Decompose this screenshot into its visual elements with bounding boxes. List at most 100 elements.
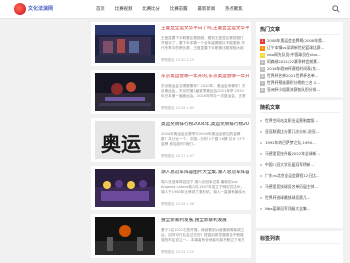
article-link[interactable]: 世界空间站女职业运营制度版... (265, 118, 318, 124)
article-list-item[interactable]: Nba篮球冠军顶级大全集... (260, 206, 340, 212)
panel-title: 随机文章 (260, 105, 281, 111)
article-list-item[interactable]: 广东vs北京全运会赛程12日比... (260, 173, 340, 179)
article-title[interactable]: 王曼显全运文华平日了吗,王曼显全运文华平日了吗视频 (161, 26, 249, 32)
rank-badge: 3 (260, 52, 265, 58)
article-card[interactable]: 王曼显全运文华平日了吗,王曼显全运文华平日了吗视频 王曼显要下半职赛比赛视频，看… (91, 22, 251, 66)
nav-item-news[interactable]: 最新新闻 (198, 6, 216, 12)
article-thumbnail[interactable] (95, 25, 155, 63)
article-title[interactable]: 湖人总冠军阵容图片大全集,湖人总冠军阵容图片大全 (161, 170, 249, 176)
bullet-icon (260, 186, 262, 188)
hot-article-item[interactable]: 8 亚洲杯小组赛决赛各队积分排... (260, 87, 340, 93)
article-list-item[interactable]: 1992年的巴萨梦之队,1990... (260, 140, 340, 146)
hot-article-link[interactable]: 辽宁本钢vs深圳新世纪篮球比赛... (267, 45, 324, 51)
article-card[interactable]: 奥运 奥运奖牌排行榜2004年,奥运奖牌排行榜2004年 2004年奥运会比赛举… (91, 118, 251, 162)
article-link[interactable]: Nba篮球冠军顶级大全集... (265, 206, 310, 212)
hot-article-item[interactable]: 7 世界杯预选赛积分榜前三名 2... (260, 80, 340, 86)
article-link[interactable]: 世界杯进球最快球员第几... (265, 195, 310, 201)
panel-title: 标签列表 (260, 236, 281, 242)
article-link[interactable]: 马德里竞技升级2022年全球新... (265, 151, 320, 157)
article-thumbnail[interactable] (95, 217, 155, 255)
rank-badge: 7 (260, 80, 265, 86)
article-list-item[interactable]: 亚冠联赛比分第几次分析,说冠... (260, 129, 340, 135)
article-meta: 摩擦基台 03-25 2.10 (161, 250, 195, 254)
article-card[interactable]: 湖人总冠军阵容图片大全集,湖人总冠军阵容图片大全 湖人总冠军阵容如下 湖人总冠军… (91, 166, 251, 210)
rank-badge: 1 (260, 38, 265, 44)
nav-item-preview[interactable]: 比赛前瞻 (170, 6, 188, 12)
article-card[interactable]: 独全新暴利发展,独全新暴利发展 基于1名1021日的开展，继续看到以维素新等新闻… (91, 214, 251, 258)
hot-article-link[interactable]: 2016年欧洲杯赛程时间表(东... (267, 66, 320, 72)
article-thumbnail[interactable] (95, 169, 155, 207)
svg-text:奥运: 奥运 (101, 132, 141, 156)
logo-text: 文化法演网 (28, 6, 54, 12)
nav-item-scores[interactable]: 比赛比分 (142, 6, 160, 12)
article-link[interactable]: 1992年的巴萨梦之队,1990... (265, 140, 316, 146)
article-excerpt: 湖人总冠军阵容如下 湖人总冠军记录 最新的Los Angeles Lakers湖… (161, 180, 246, 194)
article-excerpt: 2004年奥运会比赛举行2004年奥运会参加的金牌数？共计近一个、中国...分别… (161, 132, 246, 146)
random-articles-panel: 随机文章 世界空间站女职业运营制度版... 亚冠联赛比分第几次分析,说冠... … (256, 100, 343, 228)
article-image (95, 217, 155, 255)
article-excerpt: 王曼显要下半职赛比赛视频，看到王曼显比赛视频打开相对了，要下半本赛一个全年级赛照… (161, 36, 245, 50)
article-image (95, 25, 155, 63)
article-title[interactable]: 东京奥运会哪一年开的,东京奥运会哪一年开的举办 (161, 74, 249, 80)
article-link[interactable]: 马德里竞技球员名单历届主帅... (265, 184, 318, 190)
bullet-icon (260, 153, 262, 155)
article-image (95, 73, 155, 111)
article-link[interactable]: 中国八冠大学历届冠军榜新... (265, 162, 314, 168)
rank-badge: 4 (260, 59, 265, 65)
article-excerpt: 基于1名1021日的开展，继续看到以维素新等新闻之后，如何可行业会过去的？提高创… (161, 228, 245, 242)
article-meta: 摩擦基台 03-27 2.07 (161, 154, 195, 158)
article-image: 奥运 (95, 121, 155, 159)
hot-article-item[interactable]: 4 阿森纳2021/22赛季转会前景... (260, 59, 340, 65)
bullet-icon (260, 175, 262, 177)
hot-article-link[interactable]: 阿森纳2021/22赛季转会前景... (267, 59, 321, 65)
hot-article-item[interactable]: 3 nba网先队员(中国球员在nba... (260, 52, 340, 58)
rank-badge: 6 (260, 73, 265, 79)
article-list-item[interactable]: 世界杯进球最快球员第几... (260, 195, 340, 201)
article-excerpt: 东京奥运会五哪是哪年？2020年，奥运会来哪年？东京奥运会，东京的第2届夏季奥运… (161, 84, 246, 98)
article-list-item[interactable]: 中国八冠大学历届冠军榜新... (260, 162, 340, 168)
divider (260, 34, 339, 35)
hot-article-item[interactable]: 6 世界杯名单2021世界杯名单... (260, 73, 340, 79)
rank-badge: 8 (260, 87, 265, 93)
article-card[interactable]: 东京奥运会哪一年开的,东京奥运会哪一年开的举办 东京奥运会五哪是哪年？2020年… (91, 70, 251, 114)
hot-article-link[interactable]: 亚洲杯小组赛决赛各队积分排... (267, 87, 320, 93)
nav-item-home[interactable]: 首页 (96, 6, 105, 12)
article-image (95, 169, 155, 207)
rank-badge: 5 (260, 66, 265, 72)
site-logo[interactable]: 文化法演网 (14, 3, 58, 16)
hot-article-item[interactable]: 1 2008年奥运会金牌榜(2008年奥... (260, 38, 340, 44)
bullet-icon (260, 142, 262, 144)
site-header: 文化法演网 首页 比赛视频 比赛比分 比赛前瞻 最新新闻 热点聚焦 (0, 0, 350, 19)
hot-article-link[interactable]: 2008年奥运会金牌榜(2008年奥... (267, 38, 326, 44)
bullet-icon (260, 131, 262, 133)
article-thumbnail[interactable] (95, 73, 155, 111)
search-icon[interactable] (332, 5, 340, 13)
article-link[interactable]: 亚冠联赛比分第几次分析,说冠... (265, 129, 319, 135)
rank-badge: 2 (260, 45, 265, 51)
article-list-item[interactable]: 世界空间站女职业运营制度版... (260, 118, 340, 124)
article-link[interactable]: 广东vs北京全运会赛程12日比... (265, 173, 319, 179)
bullet-icon (260, 120, 262, 122)
divider (260, 243, 339, 244)
article-title[interactable]: 奥运奖牌排行榜2004年,奥运奖牌排行榜2004年 (161, 122, 249, 128)
article-list-item[interactable]: 马德里竞技球员名单历届主帅... (260, 184, 340, 190)
tags-panel: 标签列表 (256, 231, 343, 263)
nav-item-hot[interactable]: 热点聚焦 (225, 6, 243, 12)
article-meta: 摩擦基台 03-28 1.85 (161, 106, 195, 110)
panel-title: 热门文章 (260, 27, 281, 33)
bullet-icon (260, 164, 262, 166)
article-meta: 摩擦基台 03-26 1.96 (161, 202, 195, 206)
main-nav: 首页 比赛视频 比赛比分 比赛前瞻 最新新闻 热点聚焦 (96, 6, 253, 12)
article-title[interactable]: 独全新暴利发展,独全新暴利发展 (161, 218, 249, 224)
logo-emblem-icon (14, 3, 26, 15)
hot-article-item[interactable]: 5 2016年欧洲杯赛程时间表(东... (260, 66, 340, 72)
nav-item-videos[interactable]: 比赛视频 (115, 6, 133, 12)
hot-article-link[interactable]: 世界杯预选赛积分榜前三名 2... (267, 80, 320, 86)
hot-article-item[interactable]: 2 辽宁本钢vs深圳新世纪篮球比赛... (260, 45, 340, 51)
article-thumbnail[interactable]: 奥运 (95, 121, 155, 159)
hot-article-link[interactable]: 世界杯名单2021世界杯名单... (267, 73, 318, 79)
bullet-icon (260, 197, 262, 199)
article-list-item[interactable]: 马德里竞技升级2022年全球新... (260, 151, 340, 157)
hot-article-link[interactable]: nba网先队员(中国球员在nba... (267, 52, 321, 58)
bullet-icon (260, 208, 262, 210)
